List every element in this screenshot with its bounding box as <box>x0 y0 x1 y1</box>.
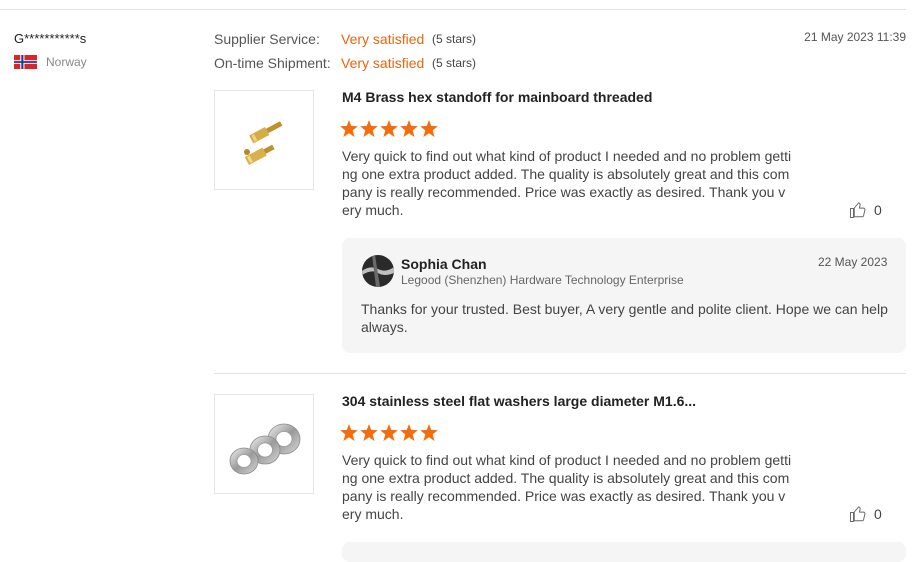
star-icon <box>380 120 398 137</box>
product-title[interactable]: 304 stainless steel flat washers large d… <box>342 393 696 409</box>
rating-stars-text: (5 stars) <box>432 32 477 46</box>
reply-author-name: Sophia Chan <box>401 256 487 272</box>
norway-flag-icon <box>14 55 37 69</box>
top-divider <box>0 9 906 10</box>
supplier-reply-partial <box>342 542 906 562</box>
rating-stars-text: (5 stars) <box>432 56 477 70</box>
star-icon <box>400 120 418 137</box>
reply-date: 22 May 2023 <box>818 255 888 269</box>
star-icon <box>420 424 438 441</box>
rating-value: Very satisfied <box>341 55 425 71</box>
star-rating <box>340 424 440 444</box>
item-divider <box>214 373 906 374</box>
like-count: 0 <box>874 202 882 218</box>
reply-company: Legood (Shenzhen) Hardware Technology En… <box>401 273 684 287</box>
thumbs-up-icon <box>850 506 866 522</box>
product-image-brass-standoff[interactable] <box>214 90 314 190</box>
star-icon <box>380 424 398 441</box>
like-button[interactable]: 0 <box>849 505 889 525</box>
buyer-name: G***********s <box>14 31 87 46</box>
like-count: 0 <box>874 506 882 522</box>
rating-label: On-time Shipment: <box>214 55 331 71</box>
star-icon <box>420 120 438 137</box>
review-text: Very quick to find out what kind of prod… <box>342 148 792 218</box>
buyer-country: Norway <box>46 55 87 69</box>
review-date: 21 May 2023 11:39 <box>804 30 906 44</box>
reply-text: Thanks for your trusted. Best buyer, A v… <box>361 301 888 335</box>
review-text: Very quick to find out what kind of prod… <box>342 452 792 522</box>
like-button[interactable]: 0 <box>849 201 889 221</box>
avatar <box>362 255 394 287</box>
supplier-reply: Sophia Chan Legood (Shenzhen) Hardware T… <box>342 238 906 353</box>
thumbs-up-icon <box>850 202 866 218</box>
star-icon <box>340 120 358 137</box>
product-title[interactable]: M4 Brass hex standoff for mainboard thre… <box>342 89 652 105</box>
product-image-steel-washers[interactable] <box>214 394 314 494</box>
star-icon <box>340 424 358 441</box>
star-rating <box>340 120 440 140</box>
star-icon <box>360 424 378 441</box>
star-icon <box>400 424 418 441</box>
rating-label: Supplier Service: <box>214 31 320 47</box>
rating-value: Very satisfied <box>341 31 425 47</box>
star-icon <box>360 120 378 137</box>
